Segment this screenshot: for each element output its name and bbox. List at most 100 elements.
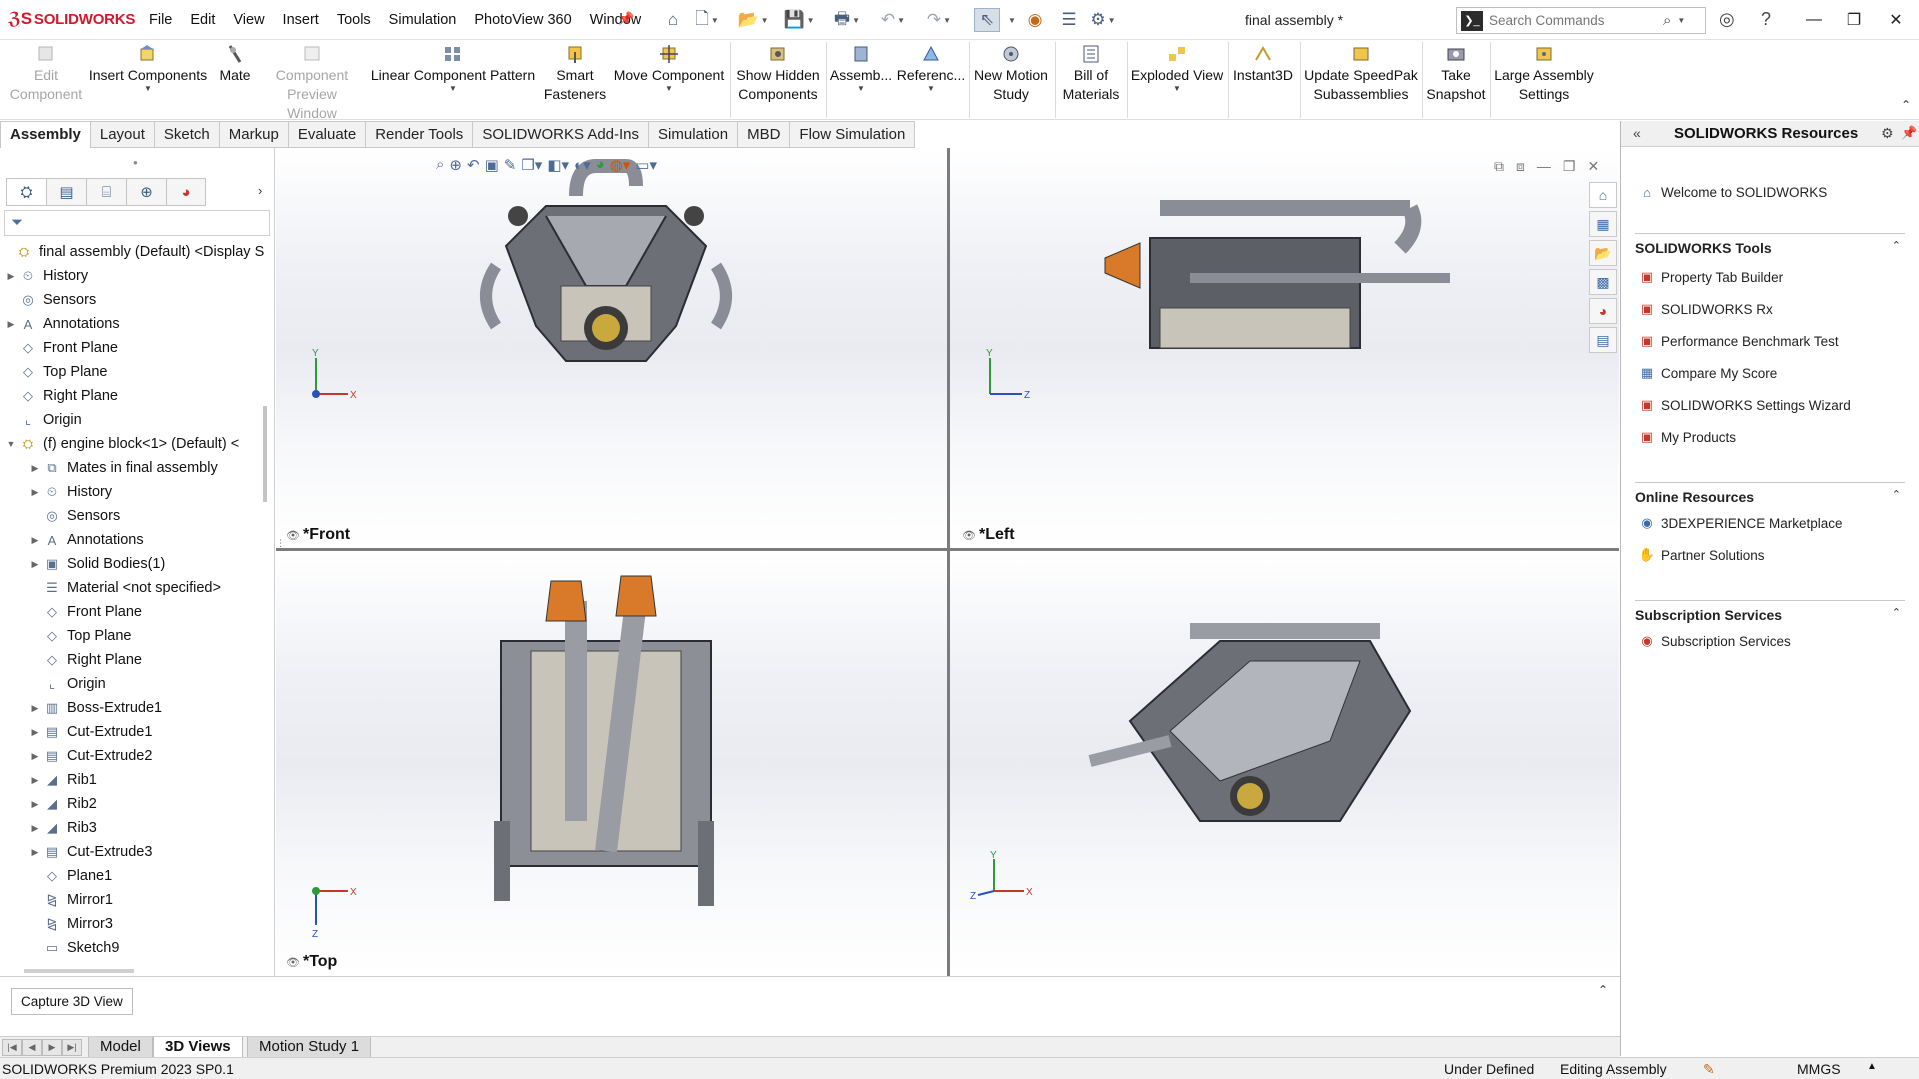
tree-item[interactable]: ▼ ⛭ (f) engine block<1> (Default) < (4, 432, 240, 456)
display-style-icon[interactable]: ◧▾ (547, 156, 569, 174)
tree-item[interactable]: ◇ Right Plane (28, 648, 142, 672)
home-icon[interactable]: ⌂ (660, 8, 686, 32)
view-settings-icon[interactable]: ▭▾ (635, 156, 657, 174)
user-account-icon[interactable]: ◎ (1719, 9, 1735, 30)
tree-item[interactable]: ▶ ▥ Boss-Extrude1 (28, 696, 163, 720)
assembly-features-button[interactable]: Assemb... ▼ (828, 44, 894, 93)
expand-arrow-icon[interactable]: ▶ (28, 487, 42, 498)
tree-item[interactable]: ▶ ▤ Cut-Extrude2 (28, 744, 153, 768)
linear-pattern-button[interactable]: Linear Component Pattern ▼ (368, 44, 538, 93)
edit-appearance-icon[interactable]: ◕ (596, 156, 605, 174)
expand-arrow-icon[interactable]: ▶ (28, 847, 42, 858)
rebuild-icon[interactable]: ◉ (1022, 8, 1048, 32)
eye-icon[interactable]: 👁 (286, 957, 300, 969)
menu-simulation[interactable]: Simulation (380, 12, 466, 28)
tree-item[interactable]: ◇ Front Plane (4, 336, 118, 360)
component-preview-button[interactable]: Component Preview Window (262, 44, 362, 123)
tab-simulation[interactable]: Simulation (649, 121, 739, 148)
menu-file[interactable]: File (140, 12, 181, 28)
expand-arrow-icon[interactable]: ▶ (28, 799, 42, 810)
viewport-restore-icon[interactable]: ❐ (1563, 158, 1576, 175)
tree-item[interactable]: ◇ Top Plane (4, 360, 108, 384)
menu-insert[interactable]: Insert (274, 12, 328, 28)
menu-photoview[interactable]: PhotoView 360 (465, 12, 580, 28)
subscription-services-link[interactable]: ◉ Subscription Services (1638, 630, 1790, 652)
solidworks-logo[interactable]: ℨS SOLIDWORKS (8, 9, 135, 29)
chevron-down-icon[interactable]: ▼ (1128, 85, 1226, 93)
tree-item[interactable]: ◇ Right Plane (4, 384, 118, 408)
expand-arrow-icon[interactable]: ▶ (28, 751, 42, 762)
update-speedpak-button[interactable]: Update SpeedPak Subassemblies (1302, 44, 1420, 104)
units-dropdown-icon[interactable]: ▲ (1867, 1061, 1877, 1072)
3dexperience-marketplace-link[interactable]: ◉ 3DEXPERIENCE Marketplace (1638, 512, 1842, 534)
tree-item[interactable]: ⌞ Origin (4, 408, 82, 432)
tree-item[interactable]: ▶ ⏲ History (4, 264, 89, 288)
tree-item[interactable]: ◎ Sensors (4, 288, 96, 312)
tree-item[interactable]: ◇ Plane1 (28, 864, 112, 888)
collapse-panel-icon[interactable]: « (1633, 125, 1641, 141)
search-icon[interactable]: ⌕ (1663, 12, 1671, 29)
expand-arrow-icon[interactable]: ▶ (28, 559, 42, 570)
mate-button[interactable]: Mate (210, 44, 260, 85)
insert-components-button[interactable]: Insert Components ▼ (88, 44, 208, 93)
welcome-link[interactable]: ⌂ Welcome to SOLIDWORKS (1638, 181, 1827, 203)
tab-motion-study-1[interactable]: Motion Study 1 (247, 1037, 372, 1058)
hide-show-items-icon[interactable]: ◐▾ (574, 156, 591, 174)
help-icon[interactable]: ? (1761, 9, 1771, 30)
tree-filter-field[interactable]: ⏷ (4, 210, 270, 236)
print-icon[interactable]: 🖶 ▼ (834, 8, 860, 32)
expand-arrow-icon[interactable]: ▶ (4, 319, 18, 330)
tree-item[interactable]: ▶ A Annotations (4, 312, 120, 336)
new-motion-study-button[interactable]: New Motion Study (970, 44, 1052, 104)
close-icon[interactable]: ✕ (1876, 6, 1916, 34)
save-icon[interactable]: 💾 ▼ (783, 8, 814, 32)
collapse-bottom-panel-icon[interactable]: ⌃ (1598, 983, 1608, 997)
scroll-thumb[interactable] (24, 969, 134, 973)
rebuild-status-icon[interactable]: ✎ (1703, 1061, 1715, 1078)
instant3d-button[interactable]: Instant3D (1230, 44, 1296, 85)
tile-vertical-icon[interactable]: ⧈ (1516, 158, 1525, 175)
panel-settings-icon[interactable]: ⚙ (1881, 125, 1894, 142)
tree-item[interactable]: ▭ Sketch9 (28, 936, 120, 960)
tree-horizontal-scrollbar[interactable] (4, 966, 264, 976)
pin-menu-icon[interactable]: 📌 (618, 11, 634, 27)
section-online-resources[interactable]: Online Resources ⌃ (1635, 482, 1905, 508)
edit-component-button[interactable]: Edit Component (6, 44, 86, 104)
large-assembly-settings-button[interactable]: Large Assembly Settings (1492, 44, 1596, 104)
restore-icon[interactable]: ❐ (1834, 6, 1874, 34)
engine-model-front[interactable] (276, 148, 947, 548)
engine-model-top[interactable] (276, 551, 947, 976)
chevron-down-icon[interactable]: ▼ (896, 85, 966, 93)
chevron-down-icon[interactable]: ▼ (610, 85, 728, 93)
resources-home-icon[interactable]: ⌂ (1589, 182, 1617, 208)
viewport-front[interactable]: Y X 👁 *Front (276, 148, 947, 548)
last-tab-icon[interactable]: ▶| (62, 1039, 82, 1056)
custom-properties-icon[interactable]: ▤ (1589, 327, 1617, 353)
tab-assembly[interactable]: Assembly (0, 121, 91, 148)
capture-3d-view-button[interactable]: Capture 3D View (11, 988, 133, 1015)
viewport-left[interactable]: Y Z 👁 *Left (950, 148, 1619, 548)
eye-icon[interactable]: 👁 (286, 530, 300, 542)
property-tab-builder-link[interactable]: ▣ Property Tab Builder (1638, 266, 1783, 288)
tree-item[interactable]: ☰ Material <not specified> (28, 576, 221, 600)
tree-item[interactable]: ▶ ▤ Cut-Extrude3 (28, 840, 153, 864)
next-tab-icon[interactable]: ▶ (42, 1039, 62, 1056)
collapse-arrow-icon[interactable]: ▼ (4, 439, 18, 449)
undo-icon[interactable]: ↶ ▼ (880, 8, 906, 32)
tree-item[interactable]: ▶ ▤ Cut-Extrude1 (28, 720, 153, 744)
tree-item[interactable]: ▶ ◢ Rib2 (28, 792, 97, 816)
bill-of-materials-button[interactable]: Bill of Materials (1058, 44, 1124, 104)
tree-item[interactable]: ⧎ Mirror3 (28, 912, 113, 936)
expand-arrow-icon[interactable]: ▶ (28, 703, 42, 714)
tree-item[interactable]: ⌞ Origin (28, 672, 106, 696)
viewport-top[interactable]: X Z 👁 *Top (276, 551, 947, 976)
section-solidworks-tools[interactable]: SOLIDWORKS Tools ⌃ (1635, 233, 1905, 259)
tab-mbd[interactable]: MBD (738, 121, 791, 148)
solidworks-rx-link[interactable]: ▣ SOLIDWORKS Rx (1638, 298, 1773, 320)
settings-wizard-link[interactable]: ▣ SOLIDWORKS Settings Wizard (1638, 394, 1851, 416)
tab-layout[interactable]: Layout (90, 121, 155, 148)
tab-render-tools[interactable]: Render Tools (366, 121, 474, 148)
design-library-icon[interactable]: ▦ (1589, 211, 1617, 237)
collapse-section-icon[interactable]: ⌃ (1892, 239, 1901, 252)
search-input[interactable] (1489, 13, 1659, 28)
